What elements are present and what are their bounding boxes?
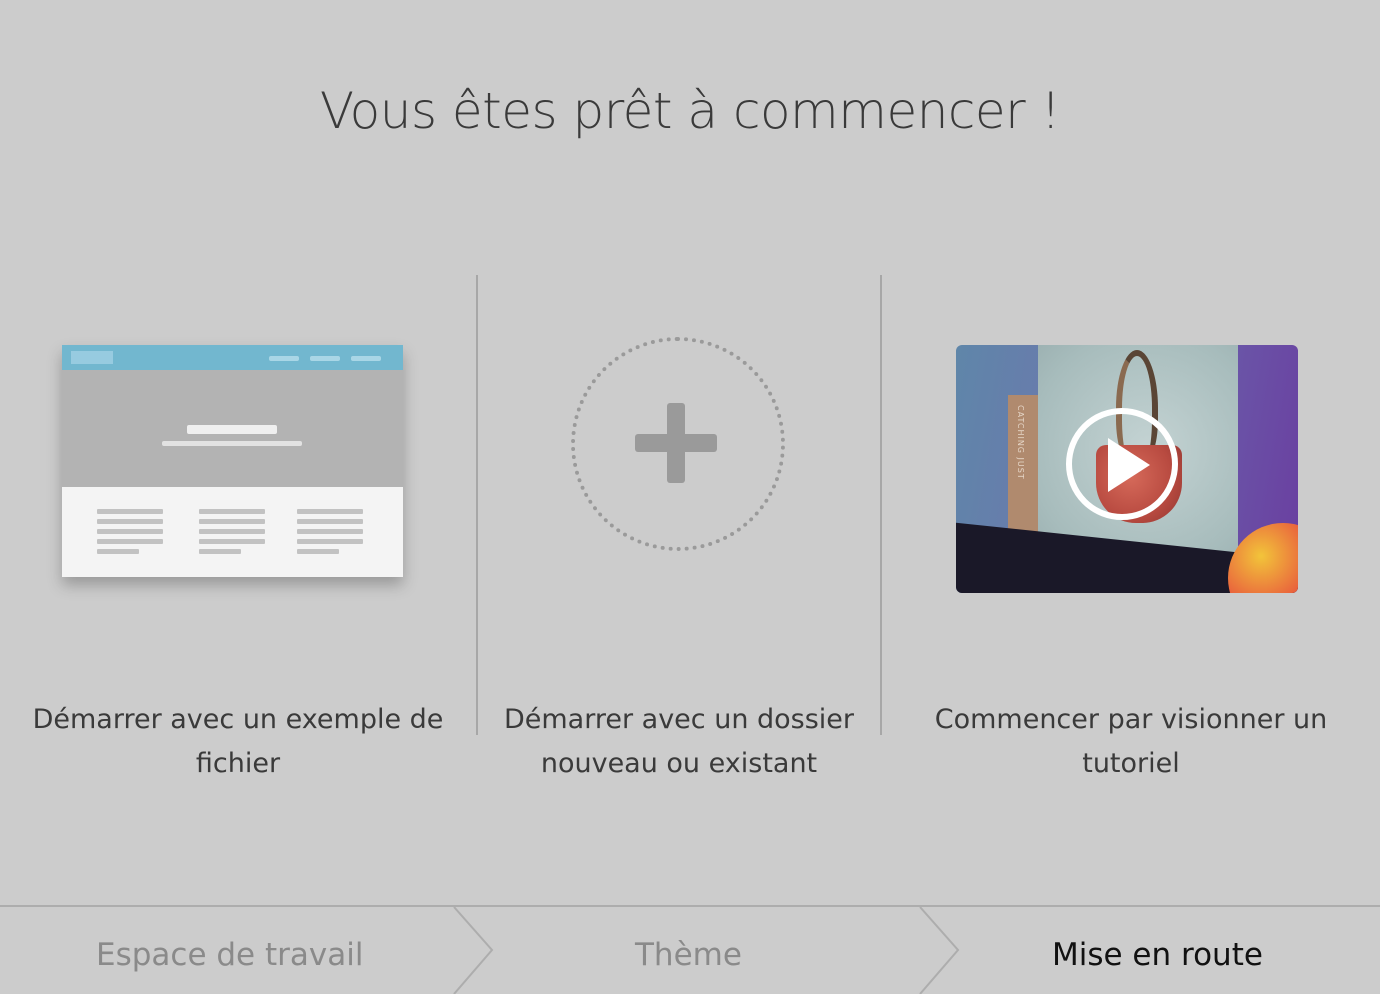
step-getting-started[interactable]: Mise en route <box>1052 937 1263 973</box>
option-folder-label: Démarrer avec un dossier nouveau ou exis… <box>503 704 855 779</box>
sample-hero-subheading <box>162 441 302 446</box>
sample-nav-item <box>269 356 299 361</box>
tutorial-video-thumbnail[interactable]: CATCHING JUST <box>956 345 1298 593</box>
chevron-right-icon <box>919 907 960 994</box>
sample-logo <box>71 351 113 364</box>
sample-nav-item <box>310 356 340 361</box>
option-sample-file-label: Démarrer avec un exemple de fichier <box>32 704 444 779</box>
plus-icon-bar <box>635 434 717 452</box>
setup-steps: Espace de travail Thème Mise en route <box>0 905 1380 994</box>
step-workspace[interactable]: Espace de travail <box>96 937 363 973</box>
sample-hero <box>62 370 403 487</box>
page-title: Vous êtes prêt à commencer ! <box>319 82 1061 140</box>
sample-header-bar <box>62 345 403 370</box>
sample-column <box>297 509 363 559</box>
chevron-right-icon <box>453 907 494 994</box>
option-tutorial-label: Commencer par visionner un tutoriel <box>934 704 1328 779</box>
sample-hero-heading <box>187 425 277 434</box>
sample-file-thumbnail[interactable] <box>62 345 403 577</box>
gradient-orb <box>1228 523 1298 593</box>
sample-column <box>199 509 265 559</box>
step-theme[interactable]: Thème <box>635 937 742 973</box>
poster-tag: CATCHING JUST <box>1008 395 1038 535</box>
sample-nav-item <box>351 356 381 361</box>
poster-tag-text: CATCHING JUST <box>1016 405 1025 480</box>
play-triangle-icon <box>1108 438 1150 492</box>
sample-column <box>97 509 163 559</box>
